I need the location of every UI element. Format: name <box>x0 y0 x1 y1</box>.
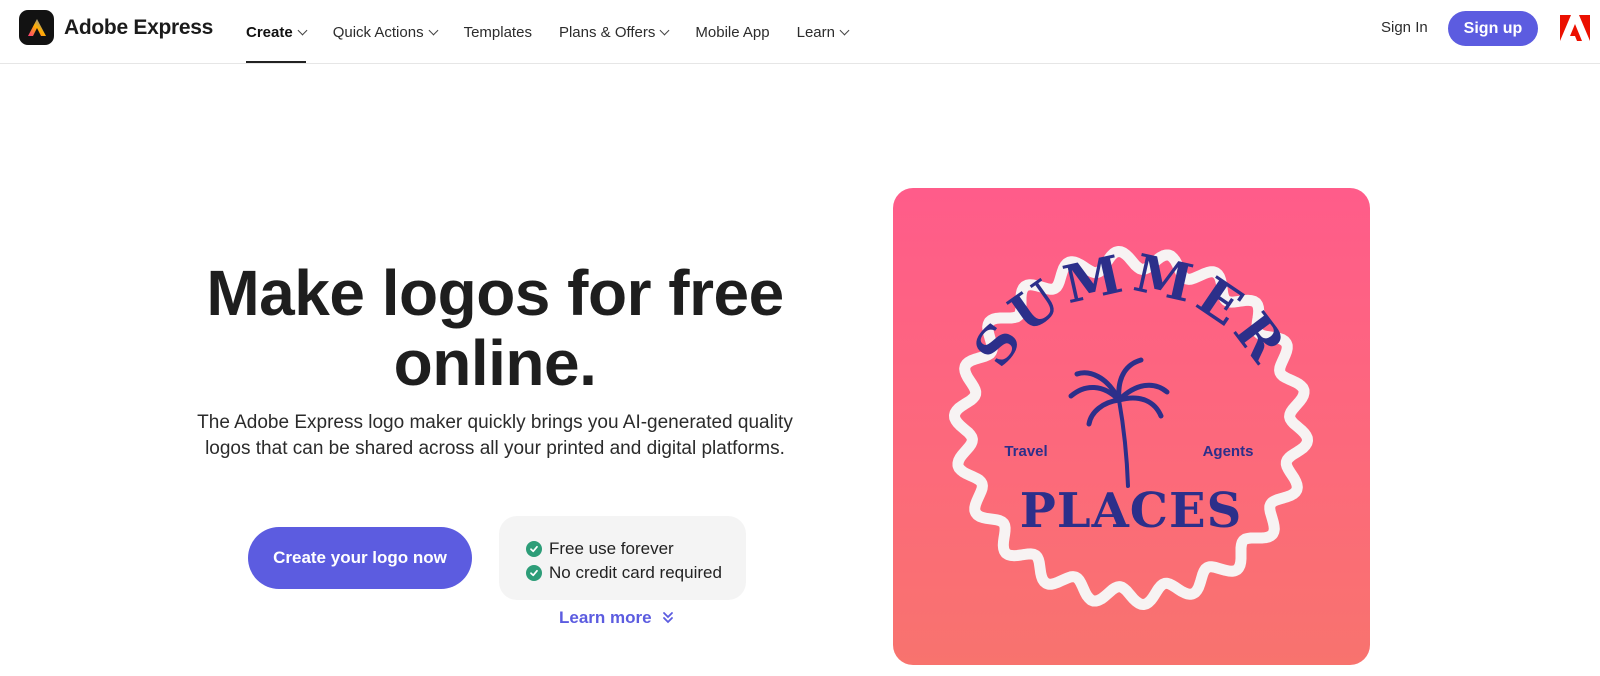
sign-in-link[interactable]: Sign In <box>1381 19 1428 36</box>
nav-item-quick-actions[interactable]: Quick Actions <box>332 0 439 64</box>
brand-name: Adobe Express <box>64 15 213 39</box>
checkmark-icon <box>526 565 542 581</box>
nav-item-label: Quick Actions <box>332 23 424 41</box>
nav-item-label: Create <box>246 23 293 41</box>
nav-item-label: Templates <box>463 23 532 41</box>
chevron-down-icon <box>839 25 850 35</box>
chevron-down-icon <box>428 25 439 35</box>
summer-places-logo: SUMMER Travel Agents PLACES <box>949 243 1313 610</box>
main-menu: Create Quick Actions Templates Plans & O… <box>246 0 875 64</box>
checkmark-icon <box>526 541 542 557</box>
nav-item-templates[interactable]: Templates <box>464 0 532 64</box>
sample-logo-image: SUMMER Travel Agents PLACES <box>893 188 1370 665</box>
adobe-express-app-icon <box>19 10 54 45</box>
title-line-2: online. <box>393 327 597 399</box>
benefit-label: No credit card required <box>549 563 722 582</box>
sign-up-button[interactable]: Sign up <box>1448 11 1538 46</box>
double-chevron-down-icon <box>662 612 673 624</box>
page-title: Make logos for free online. <box>150 258 840 398</box>
nav-item-learn[interactable]: Learn <box>796 0 850 64</box>
description-line-1: The Adobe Express logo maker quickly bri… <box>197 412 793 433</box>
adobe-logo-icon[interactable] <box>1560 15 1590 41</box>
nav-item-create[interactable]: Create <box>246 0 308 64</box>
benefit-item: No credit card required <box>526 561 746 585</box>
nav-item-mobile-app[interactable]: Mobile App <box>695 0 769 64</box>
learn-more-link[interactable]: Learn more <box>559 608 674 628</box>
create-logo-button[interactable]: Create your logo now <box>248 527 472 589</box>
chevron-down-icon <box>297 25 308 35</box>
benefit-item: Free use forever <box>526 537 746 561</box>
nav-item-plans-offers[interactable]: Plans & Offers <box>558 0 670 64</box>
description-line-2: logos that can be shared across all your… <box>205 438 785 459</box>
benefit-label: Free use forever <box>549 539 674 558</box>
logo-bottom-text: PLACES <box>1020 483 1243 539</box>
chevron-down-icon <box>659 25 670 35</box>
top-navigation: Adobe Express Create Quick Actions Templ… <box>0 0 1600 64</box>
nav-item-label: Mobile App <box>695 23 770 41</box>
logo-left-text: Travel <box>1004 443 1047 460</box>
logo-right-text: Agents <box>1203 443 1254 460</box>
title-line-1: Make logos for free <box>206 257 784 329</box>
hero-description: The Adobe Express logo maker quickly bri… <box>190 410 800 462</box>
learn-more-label: Learn more <box>559 608 652 627</box>
palm-tree-icon <box>1068 357 1170 488</box>
nav-item-label: Learn <box>796 23 835 41</box>
benefits-box: Free use forever No credit card required <box>499 516 746 600</box>
nav-item-label: Plans & Offers <box>558 23 656 41</box>
brand[interactable]: Adobe Express <box>19 10 213 45</box>
